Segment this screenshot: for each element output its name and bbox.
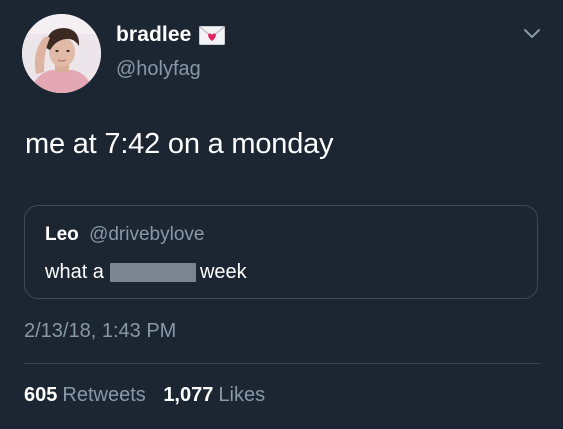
likes-stat[interactable]: 1,077 Likes <box>163 384 265 406</box>
quoted-author-name: Leo <box>45 224 79 245</box>
quoted-tweet-header: Leo @drivebylove <box>45 224 204 246</box>
avatar[interactable] <box>22 14 101 93</box>
censor-bar <box>109 263 196 282</box>
author-name-row: bradlee <box>116 23 226 47</box>
likes-count: 1,077 <box>163 384 214 406</box>
quoted-text-before: what a <box>45 261 104 283</box>
heart-envelope-icon <box>199 25 226 45</box>
author-handle[interactable]: @holyfag <box>116 58 201 81</box>
avatar-image <box>22 14 101 93</box>
quoted-text-after: week <box>199 261 247 283</box>
quoted-tweet[interactable]: Leo @drivebylove what a week <box>24 205 538 299</box>
tweet-timestamp[interactable]: 2/13/18, 1:43 PM <box>24 320 176 343</box>
quoted-tweet-text: what a week <box>45 261 247 284</box>
display-name[interactable]: bradlee <box>116 23 191 47</box>
chevron-down-icon[interactable] <box>523 28 541 40</box>
tweet-stats: 605 Retweets 1,077 Likes <box>24 384 265 407</box>
tweet-text: me at 7:42 on a monday <box>25 128 334 160</box>
retweets-count: 605 <box>24 384 58 406</box>
tweet-card: bradlee @holyfag me at 7:42 on a monday … <box>0 0 563 429</box>
retweets-stat[interactable]: 605 Retweets <box>24 384 151 406</box>
divider <box>24 363 540 364</box>
retweets-label: Retweets <box>62 384 146 406</box>
likes-label: Likes <box>218 384 266 406</box>
quoted-author-handle: @drivebylove <box>89 224 205 245</box>
